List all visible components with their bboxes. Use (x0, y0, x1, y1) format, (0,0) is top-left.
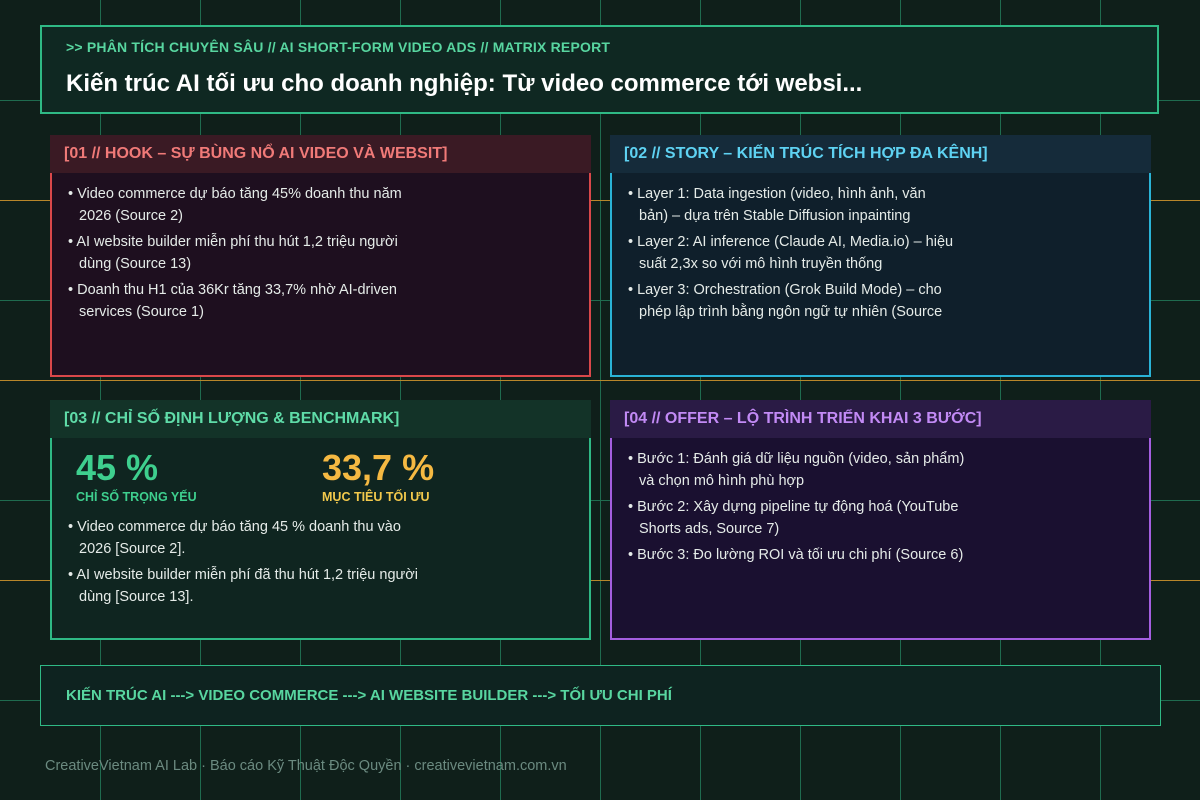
card-offer: [04 // OFFER – LỘ TRÌNH TRIỂN KHAI 3 BƯỚ… (610, 400, 1151, 640)
kpi-value: 45 % (76, 447, 159, 488)
page-title: Kiến trúc AI tối ưu cho doanh nghiệp: Từ… (66, 70, 863, 97)
list-item: Doanh thu H1 của 36Kr tăng 33,7% nhờ AI-… (68, 279, 419, 323)
card-story-list: Layer 1: Data ingestion (video, hình ảnh… (612, 173, 1149, 323)
kpi-value: 33,7 % (322, 447, 435, 488)
list-item: Bước 3: Đo lường ROI và tối ưu chi phí (… (628, 544, 974, 566)
list-item: Video commerce dự báo tăng 45% doanh thu… (68, 183, 419, 227)
footer-credits: CreativeVietnam AI Lab · Báo cáo Kỹ Thuậ… (45, 758, 567, 774)
report-header: >> PHÂN TÍCH CHUYÊN SÂU // AI SHORT-FORM… (40, 25, 1159, 114)
card-offer-list: Bước 1: Đánh giá dữ liệu nguồn (video, s… (612, 438, 1149, 566)
card-hook-heading: [01 // HOOK – SỰ BÙNG NỔ AI VIDEO VÀ WEB… (50, 135, 591, 173)
card-hook: [01 // HOOK – SỰ BÙNG NỔ AI VIDEO VÀ WEB… (50, 135, 591, 377)
list-item: Video commerce dự báo tăng 45 % doanh th… (68, 516, 424, 560)
kpi-key-indicator: 45 % CHỈ SỐ TRỌNG YẾU (76, 448, 322, 512)
card-offer-heading: [04 // OFFER – LỘ TRÌNH TRIỂN KHAI 3 BƯỚ… (610, 400, 1151, 438)
list-item: Bước 2: Xây dựng pipeline tự động hoá (Y… (628, 496, 974, 540)
list-item: Layer 3: Orchestration (Grok Build Mode)… (628, 279, 954, 323)
list-item: Layer 1: Data ingestion (video, hình ảnh… (628, 183, 954, 227)
kpi-row: 45 % CHỈ SỐ TRỌNG YẾU 33,7 % MỤC TIÊU TỐ… (52, 438, 589, 512)
kpi-optimization-target: 33,7 % MỤC TIÊU TỐI ƯU (322, 448, 568, 512)
card-metrics-list: Video commerce dự báo tăng 45 % doanh th… (52, 512, 589, 608)
list-item: Bước 1: Đánh giá dữ liệu nguồn (video, s… (628, 448, 974, 492)
kpi-label: MỤC TIÊU TỐI ƯU (322, 490, 430, 504)
architecture-flow-banner: KIẾN TRÚC AI ---> VIDEO COMMERCE ---> AI… (40, 665, 1161, 726)
kpi-label: CHỈ SỐ TRỌNG YẾU (76, 490, 197, 504)
header-kicker: >> PHÂN TÍCH CHUYÊN SÂU // AI SHORT-FORM… (66, 39, 611, 55)
card-story-heading: [02 // STORY – KIẾN TRÚC TÍCH HỢP ĐA KÊN… (610, 135, 1151, 173)
card-metrics-heading: [03 // CHỈ SỐ ĐỊNH LƯỢNG & BENCHMARK] (50, 400, 591, 438)
list-item: AI website builder miễn phí thu hút 1,2 … (68, 231, 419, 275)
card-hook-list: Video commerce dự báo tăng 45% doanh thu… (52, 173, 589, 323)
list-item: AI website builder miễn phí đã thu hút 1… (68, 564, 424, 608)
card-story: [02 // STORY – KIẾN TRÚC TÍCH HỢP ĐA KÊN… (610, 135, 1151, 377)
list-item: Layer 2: AI inference (Claude AI, Media.… (628, 231, 954, 275)
card-metrics: [03 // CHỈ SỐ ĐỊNH LƯỢNG & BENCHMARK] 45… (50, 400, 591, 640)
